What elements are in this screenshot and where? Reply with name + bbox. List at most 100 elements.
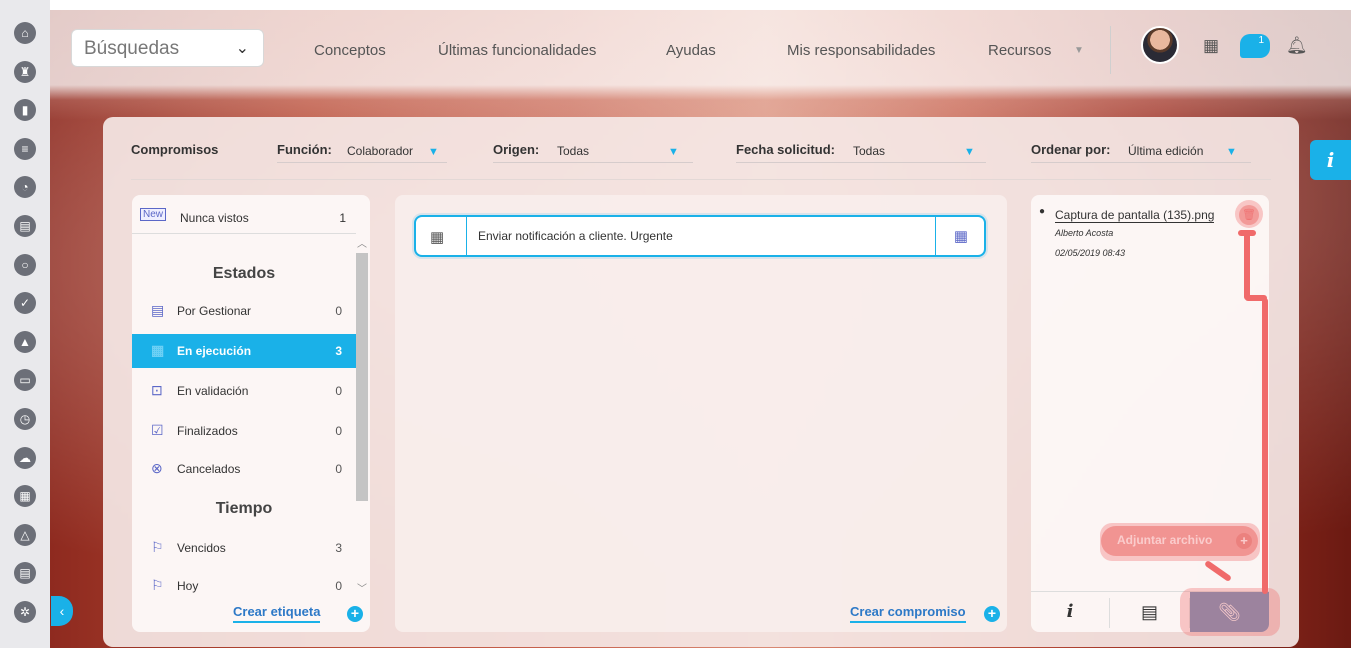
fecha-solicitud-label: Fecha solicitud: (736, 142, 835, 157)
time-count: 0 (335, 579, 342, 593)
nav-recursos[interactable]: Recursos (988, 42, 1051, 59)
ordenar-por-value[interactable]: Última edición (1128, 144, 1203, 158)
presentation-icon[interactable]: ▭ (14, 369, 36, 392)
fecha-solicitud-value[interactable]: Todas (853, 144, 885, 158)
compromisos-panel: Compromisos Función: Colaborador ▼ Orige… (103, 117, 1299, 647)
calendar-icon[interactable]: ▦ (1203, 36, 1219, 56)
state-count: 0 (335, 424, 342, 438)
time-vencidos[interactable]: ⚐ Vencidos 3 (132, 531, 356, 565)
tab-comments[interactable]: ▤ (1110, 592, 1189, 632)
clock-icon[interactable]: ◷ (14, 407, 36, 430)
origen-value[interactable]: Todas (557, 144, 589, 158)
state-finalizados[interactable]: ☑ Finalizados 0 (132, 414, 356, 448)
tower-icon[interactable]: ♜ (14, 60, 36, 83)
funcion-label: Función: (277, 142, 332, 157)
highlight-trash (1235, 200, 1263, 228)
gear-icon[interactable]: ✲ (14, 600, 36, 623)
state-count: 0 (335, 462, 342, 476)
estados-title: Estados (212, 265, 276, 282)
fecha-dropdown-icon[interactable]: ▼ (964, 146, 975, 158)
check-icon[interactable]: ✓ (14, 292, 36, 315)
nunca-vistos-label[interactable]: Nunca vistos (180, 211, 249, 225)
state-cancelados[interactable]: ⊗ Cancelados 0 (132, 452, 356, 486)
search-select[interactable]: Búsquedas ⌄ (71, 29, 264, 67)
nav-conceptos[interactable]: Conceptos (314, 42, 386, 59)
top-navigation-bar: Búsquedas ⌄ Conceptos Últimas funcionali… (60, 26, 1341, 76)
bell-icon[interactable]: 🔔︎ (1286, 36, 1308, 56)
network-icon[interactable]: △ (14, 523, 36, 546)
add-icon[interactable]: + (984, 606, 1000, 622)
calendar-icon[interactable]: ▦ (14, 485, 36, 508)
scroll-up-icon[interactable]: ︿ (357, 235, 367, 250)
commitment-title: Enviar notificación a cliente. Urgente (478, 229, 673, 243)
state-por-gestionar[interactable]: ▤ Por Gestionar 0 (132, 294, 356, 328)
origen-label: Origen: (493, 142, 540, 157)
item-divider (466, 217, 467, 255)
file-list-icon[interactable]: ▤ (14, 562, 36, 585)
nunca-vistos-count: 1 (339, 211, 346, 225)
highlight-attachments-tab (1180, 588, 1280, 636)
user-avatar[interactable] (1141, 26, 1179, 64)
home-icon[interactable]: ⌂ (14, 22, 36, 44)
filters-bar: Compromisos Función: Colaborador ▼ Orige… (131, 142, 1291, 176)
nav-mis-responsabilidades[interactable]: Mis responsabilidades (787, 42, 935, 59)
time-label: Hoy (177, 579, 199, 593)
bar-chart-icon[interactable]: ▮ (14, 99, 36, 122)
add-icon[interactable]: + (347, 606, 363, 622)
crear-compromiso-link[interactable]: Crear compromiso (850, 604, 966, 623)
funcion-underline (277, 162, 447, 163)
state-en-ejecucion[interactable]: ▦ En ejecución 3 (132, 334, 356, 368)
flag-icon: ⚐ (151, 539, 164, 555)
time-count: 3 (335, 541, 342, 555)
commitment-item[interactable]: ▦ Enviar notificación a cliente. Urgente… (414, 215, 986, 257)
state-count: 0 (335, 384, 342, 398)
calendar-status-icon[interactable]: ▦ (954, 227, 968, 245)
recursos-dropdown-icon[interactable]: ▼ (1074, 45, 1084, 56)
highlight-attach-button (1100, 523, 1260, 561)
tab-info[interactable]: i (1031, 592, 1109, 632)
comment-icon: ▤ (1140, 602, 1158, 622)
chevron-down-icon: ⌄ (235, 40, 249, 57)
state-en-validacion[interactable]: ⊡ En validación 0 (132, 374, 356, 408)
state-label: Cancelados (177, 462, 241, 476)
scroll-down-icon[interactable]: ﹀ (357, 580, 367, 595)
cloud-icon[interactable]: ☁ (14, 446, 36, 469)
cancel-circle-icon: ⊗ (151, 460, 163, 476)
funcion-value[interactable]: Colaborador (347, 144, 413, 158)
messages-badge: 1 (1258, 35, 1264, 46)
warning-icon[interactable]: ▲ (14, 330, 36, 353)
search-select-value: Búsquedas (84, 38, 180, 59)
attachment-file-name[interactable]: Captura de pantalla (135).png (1055, 208, 1215, 223)
attachments-panel: ● Captura de pantalla (135).png Alberto … (1031, 195, 1269, 632)
list-scrollbar-thumb[interactable] (356, 253, 368, 501)
annotation-arrow-vertical (1262, 298, 1268, 594)
new-badge: New (140, 208, 167, 221)
time-hoy[interactable]: ⚐ Hoy 0 (132, 569, 356, 603)
fecha-underline (736, 162, 986, 163)
state-count: 0 (335, 304, 342, 318)
origen-dropdown-icon[interactable]: ▼ (668, 146, 679, 158)
messages-icon[interactable]: 1 (1240, 34, 1270, 58)
calendar-icon: ▦ (430, 229, 445, 246)
state-label: Finalizados (177, 424, 238, 438)
states-list-panel: New Nunca vistos 1 Estados ▤ Por Gestion… (132, 195, 370, 632)
funcion-dropdown-icon[interactable]: ▼ (428, 146, 439, 158)
cycle-icon[interactable]: ○ (14, 253, 36, 276)
nav-ultimas-funcionalidades[interactable]: Últimas funcionalidades (438, 42, 596, 59)
time-label: Vencidos (177, 541, 226, 555)
compromisos-title: Compromisos (131, 142, 219, 157)
flag-icon: ⚐ (151, 577, 164, 593)
pie-chart-icon[interactable]: ◔ (14, 176, 36, 199)
checkbox-icon: ☑ (151, 422, 164, 438)
annotation-arrowhead (1238, 230, 1256, 236)
document-icon[interactable]: ▤ (14, 214, 36, 237)
origen-underline (493, 162, 693, 163)
state-label: En ejecución (177, 344, 252, 358)
ordenar-dropdown-icon[interactable]: ▼ (1226, 146, 1237, 158)
crear-etiqueta-link[interactable]: Crear etiqueta (233, 604, 321, 623)
left-icon-rail: ⌂ ♜ ▮ ≡ ◔ ▤ ○ ✓ ▲ ▭ ◷ ☁ ▦ △ ▤ ✲ (0, 0, 50, 648)
calendar-running-icon: ▦ (151, 342, 165, 358)
side-info-tab[interactable]: i (1310, 140, 1351, 180)
nav-ayudas[interactable]: Ayudas (666, 42, 716, 59)
list-lines-icon[interactable]: ≡ (14, 137, 36, 160)
